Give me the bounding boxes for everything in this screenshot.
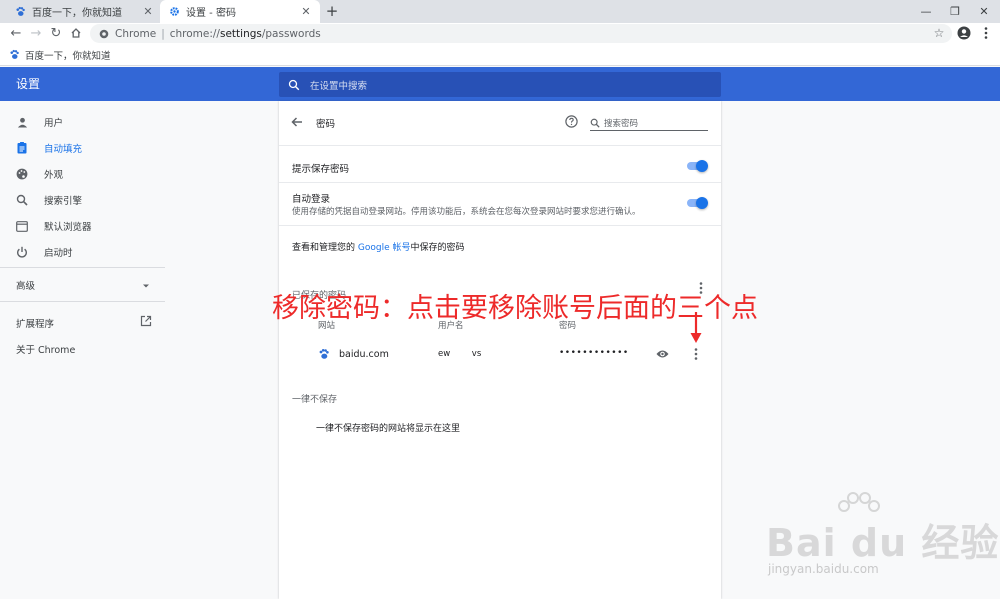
search-icon: [16, 194, 28, 206]
chevron-down-icon[interactable]: [142, 279, 150, 288]
baidu-paw-icon: [14, 6, 26, 18]
sidebar-item-default-browser[interactable]: 默认浏览器: [0, 213, 165, 239]
gear-icon: [168, 6, 180, 18]
sidebar-item-label: 搜索引擎: [44, 196, 83, 207]
sidebar-extensions[interactable]: 扩展程序: [16, 316, 54, 330]
tab-baidu[interactable]: 百度一下，你就知道 ✕: [6, 0, 162, 23]
home-icon[interactable]: [68, 25, 84, 41]
chrome-page-icon: [98, 28, 109, 39]
tutorial-annotation: 移除密码：点击要移除账号后面的三个点: [272, 293, 758, 324]
sidebar-advanced[interactable]: 高级: [16, 278, 35, 292]
tab-close-icon[interactable]: ✕: [142, 5, 154, 18]
baidu-paw-icon: [9, 49, 20, 60]
settings-search-input[interactable]: 在设置中搜索: [279, 72, 721, 97]
url-host: settings: [219, 27, 262, 40]
toggle-knob: [696, 197, 708, 209]
auto-signin-label: 自动登录: [292, 194, 331, 205]
password-row-more-icon[interactable]: [692, 347, 700, 361]
window-close-icon[interactable]: ✕: [969, 0, 999, 23]
search-placeholder: 在设置中搜索: [310, 80, 368, 92]
power-icon: [16, 246, 28, 258]
bookmark-baidu[interactable]: 百度一下，你就知道: [25, 48, 111, 62]
tab-strip: 百度一下，你就知道 ✕ 设置 - 密码 ✕ + — ❐ ✕: [0, 0, 1000, 23]
offer-save-toggle[interactable]: [686, 159, 708, 173]
bookmark-star-icon[interactable]: ☆: [932, 25, 946, 41]
palette-icon: [16, 168, 28, 180]
address-bar[interactable]: Chrome | chrome:// settings /passwords: [90, 24, 952, 43]
sidebar-item-appearance[interactable]: 外观: [0, 161, 165, 187]
red-arrow-icon: [689, 311, 703, 345]
forward-icon[interactable]: →: [28, 25, 44, 41]
person-icon: [16, 116, 28, 128]
tab-settings[interactable]: 设置 - 密码 ✕: [160, 0, 320, 23]
watermark-url: jingyan.baidu.com: [768, 562, 879, 576]
origin-separator: |: [161, 27, 165, 40]
help-icon[interactable]: [565, 115, 578, 128]
search-icon: [288, 79, 300, 90]
sidebar-item-label: 启动时: [44, 248, 73, 259]
sidebar-item-people[interactable]: 用户: [0, 109, 165, 135]
tab-title: 百度一下，你就知道: [32, 8, 122, 19]
sidebar: 用户 自动填充 外观 搜索引擎 默认浏览器 启动时 高级 扩展程序 关于 Chr…: [0, 101, 165, 599]
bookmarks-bar: 百度一下，你就知道: [0, 44, 1000, 66]
minimize-icon[interactable]: —: [911, 0, 941, 23]
browser-icon: [16, 220, 28, 232]
search-icon: [590, 118, 600, 128]
back-arrow-icon[interactable]: [290, 115, 304, 129]
back-icon[interactable]: ←: [8, 25, 24, 41]
auto-signin-toggle[interactable]: [686, 196, 708, 210]
subpage-title: 密码: [316, 119, 336, 130]
passwords-card: 密码 搜索密码 提示保存密码 自动登录 使用存储的凭据自动登录网站。停用该功能后…: [279, 101, 721, 599]
sidebar-item-search-engine[interactable]: 搜索引擎: [0, 187, 165, 213]
google-line-before: 查看和管理您的: [292, 243, 358, 253]
password-row-password: ••••••••••••: [559, 348, 629, 358]
auto-signin-description: 使用存储的凭据自动登录网站。停用该功能后，系统会在您每次登录网站时要求您进行确认…: [292, 207, 641, 217]
google-account-link[interactable]: Google 帐号: [358, 243, 411, 253]
origin-label: Chrome: [115, 27, 157, 40]
offer-save-label: 提示保存密码: [292, 164, 350, 175]
google-line-after: 中保存的密码: [410, 243, 465, 253]
baidu-jingyan-watermark: Bai du 经验 jingyan.baidu.com: [766, 490, 998, 582]
reload-icon[interactable]: ↻: [48, 25, 64, 41]
watermark-text: Bai du 经验: [766, 521, 1000, 565]
tab-close-icon[interactable]: ✕: [300, 5, 312, 18]
toggle-knob: [696, 160, 708, 172]
sidebar-item-label: 默认浏览器: [44, 222, 92, 233]
new-tab-button[interactable]: +: [324, 3, 340, 19]
profile-avatar-icon[interactable]: [957, 26, 971, 40]
sidebar-about-chrome[interactable]: 关于 Chrome: [16, 342, 75, 356]
sidebar-item-label: 自动填充: [44, 144, 83, 155]
sidebar-item-on-startup[interactable]: 启动时: [0, 239, 165, 265]
baidu-paw-icon: [318, 348, 330, 360]
sidebar-item-label: 用户: [44, 118, 64, 129]
search-placeholder: 搜索密码: [604, 118, 639, 129]
password-search-input[interactable]: 搜索密码: [590, 115, 708, 131]
url-path: /passwords: [261, 27, 321, 40]
password-row-username: ew vs: [438, 349, 482, 359]
sidebar-item-autofill[interactable]: 自动填充: [0, 135, 165, 161]
google-account-line: 查看和管理您的 Google 帐号中保存的密码: [292, 240, 465, 253]
row-divider: [279, 225, 721, 226]
never-saved-title: 一律不保存: [292, 395, 338, 405]
sidebar-item-label: 外观: [44, 170, 64, 181]
sidebar-divider: [0, 301, 165, 302]
sidebar-divider: [0, 267, 165, 268]
autofill-icon: [16, 142, 28, 154]
never-saved-empty-message: 一律不保存密码的网站将显示在这里: [316, 424, 461, 434]
url-prefix: chrome://: [169, 27, 220, 40]
toolbar: ← → ↻ Chrome | chrome:// settings /passw…: [0, 23, 1000, 44]
chrome-window: 百度一下，你就知道 ✕ 设置 - 密码 ✕ + — ❐ ✕ ← → ↻ Chro…: [0, 0, 1000, 599]
restore-icon[interactable]: ❐: [940, 0, 970, 23]
row-divider: [279, 145, 721, 146]
open-in-new-icon[interactable]: [140, 315, 152, 327]
tab-title: 设置 - 密码: [186, 8, 236, 19]
row-divider: [279, 182, 721, 183]
chrome-menu-icon[interactable]: [982, 26, 990, 40]
settings-header: 设置 在设置中搜索: [0, 67, 1000, 101]
password-row-site: baidu.com: [339, 349, 389, 360]
page-title: 设置: [16, 77, 41, 91]
show-password-eye-icon[interactable]: [656, 348, 669, 360]
